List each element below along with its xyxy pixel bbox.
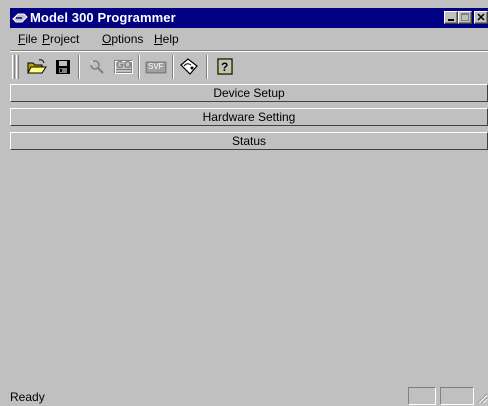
device-setup-bar[interactable]: Device Setup	[10, 84, 488, 102]
minimize-button[interactable]	[444, 11, 458, 24]
window-title: Model 300 Programmer	[30, 10, 176, 25]
help-icon: ?	[217, 58, 233, 75]
toolbar-grip[interactable]	[16, 55, 19, 79]
minimize-icon	[448, 19, 454, 21]
app-icon	[12, 13, 28, 23]
close-icon	[477, 13, 485, 21]
go-button[interactable]: GO	[112, 57, 134, 77]
menu-project[interactable]: Project	[42, 32, 79, 46]
toolbar: GO SVF ?	[10, 50, 488, 83]
status-bar: Ready	[10, 384, 488, 406]
toolbar-separator	[78, 55, 80, 79]
tag-icon	[180, 58, 198, 75]
app-window: Model 300 Programmer File Project Option…	[0, 0, 488, 406]
hardware-setting-bar[interactable]: Hardware Setting	[10, 108, 488, 126]
toolbar-separator	[172, 55, 174, 79]
open-button[interactable]	[26, 57, 48, 77]
resize-grip-icon[interactable]	[476, 390, 488, 404]
toolbar-separator	[138, 55, 140, 79]
status-text: Ready	[10, 390, 45, 404]
svf-label: SVF	[148, 62, 164, 71]
title-bar[interactable]: Model 300 Programmer	[10, 8, 488, 28]
magnifier-icon	[90, 60, 104, 74]
device-tag-button[interactable]	[178, 57, 200, 77]
menu-options[interactable]: Options	[102, 32, 143, 46]
status-bar-panel[interactable]: Status	[10, 132, 488, 150]
svf-button[interactable]: SVF	[144, 57, 167, 77]
menu-bar: File Project Options Help	[10, 28, 488, 50]
open-folder-icon	[27, 59, 47, 74]
svg-text:?: ?	[221, 60, 228, 74]
menu-file[interactable]: File	[18, 32, 37, 46]
go-label: GO	[116, 60, 132, 71]
save-button[interactable]	[52, 57, 74, 77]
floppy-disk-icon	[56, 60, 70, 74]
help-button[interactable]: ?	[214, 57, 236, 77]
status-pane	[440, 387, 474, 405]
close-button[interactable]	[474, 11, 488, 24]
toolbar-grip[interactable]	[12, 55, 15, 79]
menu-help[interactable]: Help	[154, 32, 179, 46]
inspect-button[interactable]	[86, 57, 108, 77]
status-pane	[408, 387, 436, 405]
toolbar-separator	[206, 55, 208, 79]
maximize-button[interactable]	[458, 11, 472, 24]
maximize-icon	[461, 13, 469, 21]
